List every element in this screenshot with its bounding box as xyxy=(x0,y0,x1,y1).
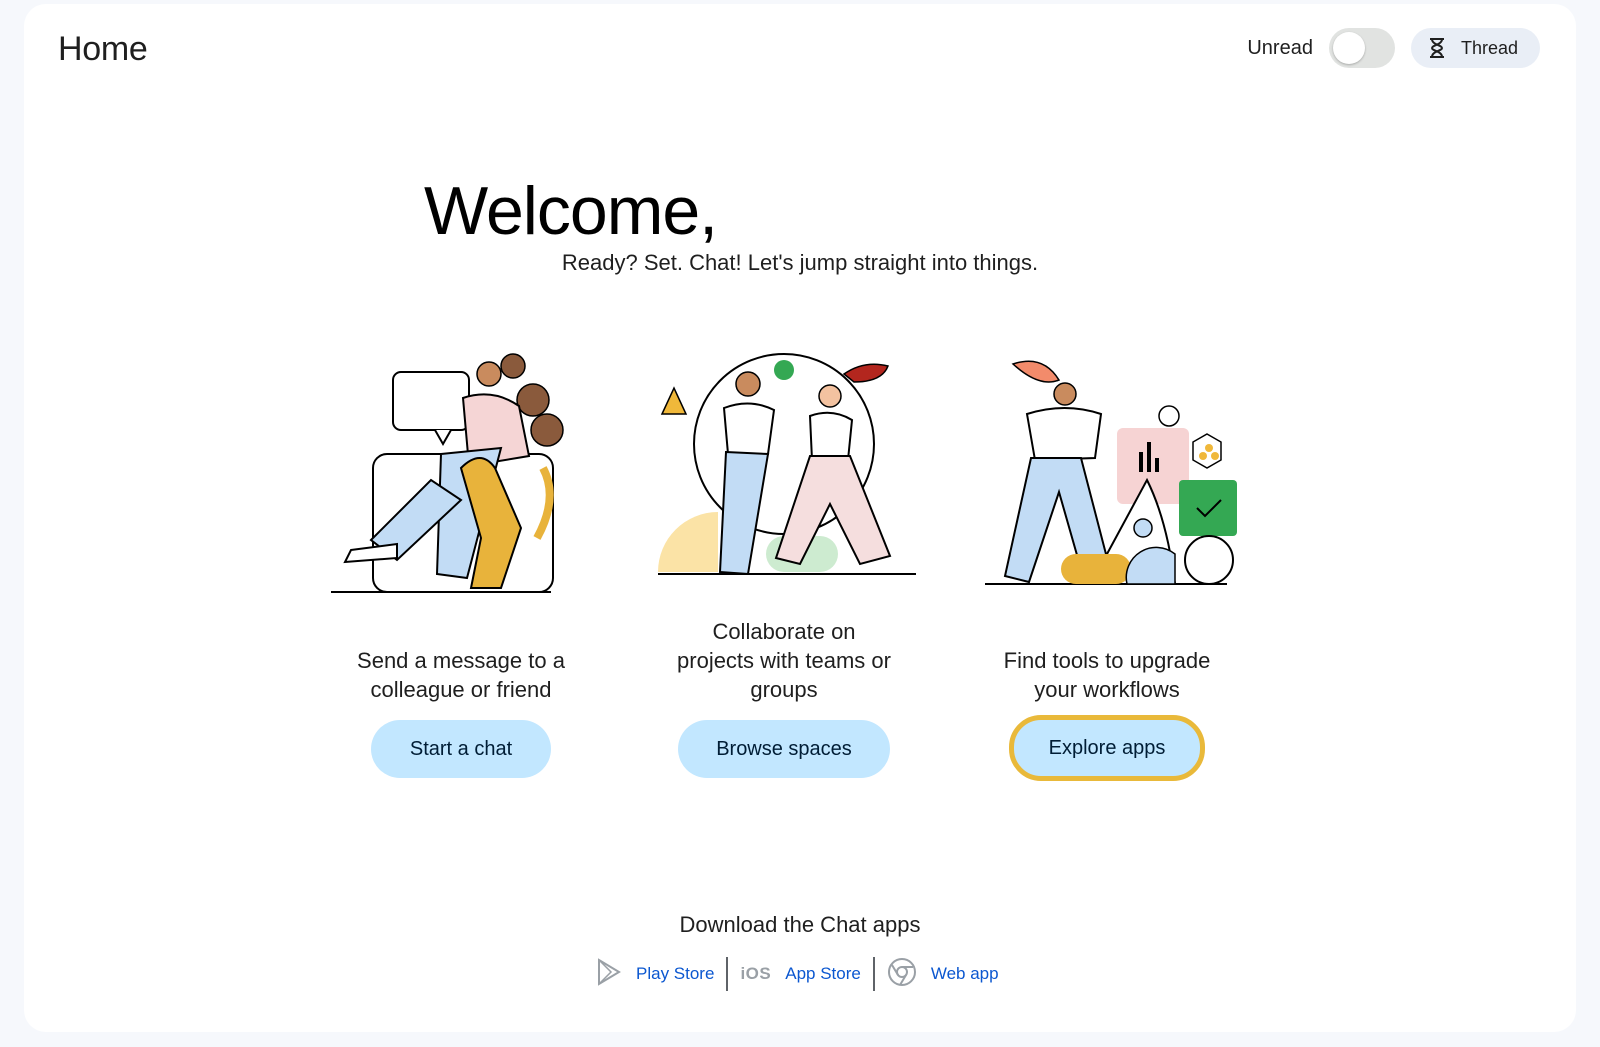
app-store-link[interactable]: App Store xyxy=(785,964,861,984)
card-description: Send a message to a colleague or friend xyxy=(311,646,611,704)
card-start-chat: Send a message to a colleague or friend xyxy=(311,344,611,702)
home-panel: Home Unread Thread Welcome, Ready? Set. … xyxy=(24,4,1576,1032)
hourglass-icon xyxy=(1427,37,1447,59)
welcome-title: Welcome, xyxy=(424,173,718,249)
card-line: Collaborate on xyxy=(712,619,856,644)
card-browse-spaces: Collaborate on projects with teams or gr… xyxy=(634,344,934,702)
team-collaboration-illustration xyxy=(658,353,916,576)
start-chat-button[interactable]: Start a chat xyxy=(371,720,551,778)
app-store-entry: iOS App Store xyxy=(728,964,872,984)
card-line: projects with teams or xyxy=(677,648,891,673)
explore-apps-button[interactable]: Explore apps xyxy=(1009,715,1205,781)
play-store-entry: Play Store xyxy=(584,957,726,991)
card-description: Collaborate on projects with teams or gr… xyxy=(634,617,934,704)
top-actions: Unread Thread xyxy=(1247,28,1540,68)
browse-spaces-button[interactable]: Browse spaces xyxy=(678,720,890,778)
unread-toggle[interactable] xyxy=(1328,28,1395,68)
card-line: your workflows xyxy=(1034,677,1180,702)
card-line: groups xyxy=(750,677,818,702)
subtitle-text: Ready? Set. Chat! Let's jump straight in… xyxy=(561,250,1039,275)
toggle-knob xyxy=(1332,32,1365,64)
download-title: Download the Chat apps xyxy=(679,912,921,937)
welcome-subtitle: Ready? Set. Chat! Let's jump straight in… xyxy=(24,250,1576,276)
thread-label: Thread xyxy=(1460,37,1518,58)
person-with-dog-illustration xyxy=(331,353,564,593)
web-app-link[interactable]: Web app xyxy=(931,964,999,984)
tools-workflow-illustration xyxy=(985,360,1237,585)
card-line: Find tools to upgrade xyxy=(1003,648,1211,673)
card-line: colleague or friend xyxy=(370,677,552,702)
unread-label: Unread xyxy=(1247,36,1313,59)
play-store-icon xyxy=(596,957,622,991)
ios-icon: iOS xyxy=(740,964,772,983)
app-store-links: Play Store iOS App Store Web app xyxy=(584,954,1011,994)
card-line: Send a message to a xyxy=(357,648,565,673)
thread-button[interactable]: Thread xyxy=(1410,28,1540,68)
card-description: Find tools to upgrade your workflows xyxy=(957,646,1257,704)
card-explore-apps: Find tools to upgrade your workflows xyxy=(957,344,1257,702)
play-store-link[interactable]: Play Store xyxy=(636,964,714,984)
web-app-entry: Web app xyxy=(875,957,1011,992)
chrome-icon xyxy=(887,957,917,992)
page-title: Home xyxy=(58,30,148,68)
